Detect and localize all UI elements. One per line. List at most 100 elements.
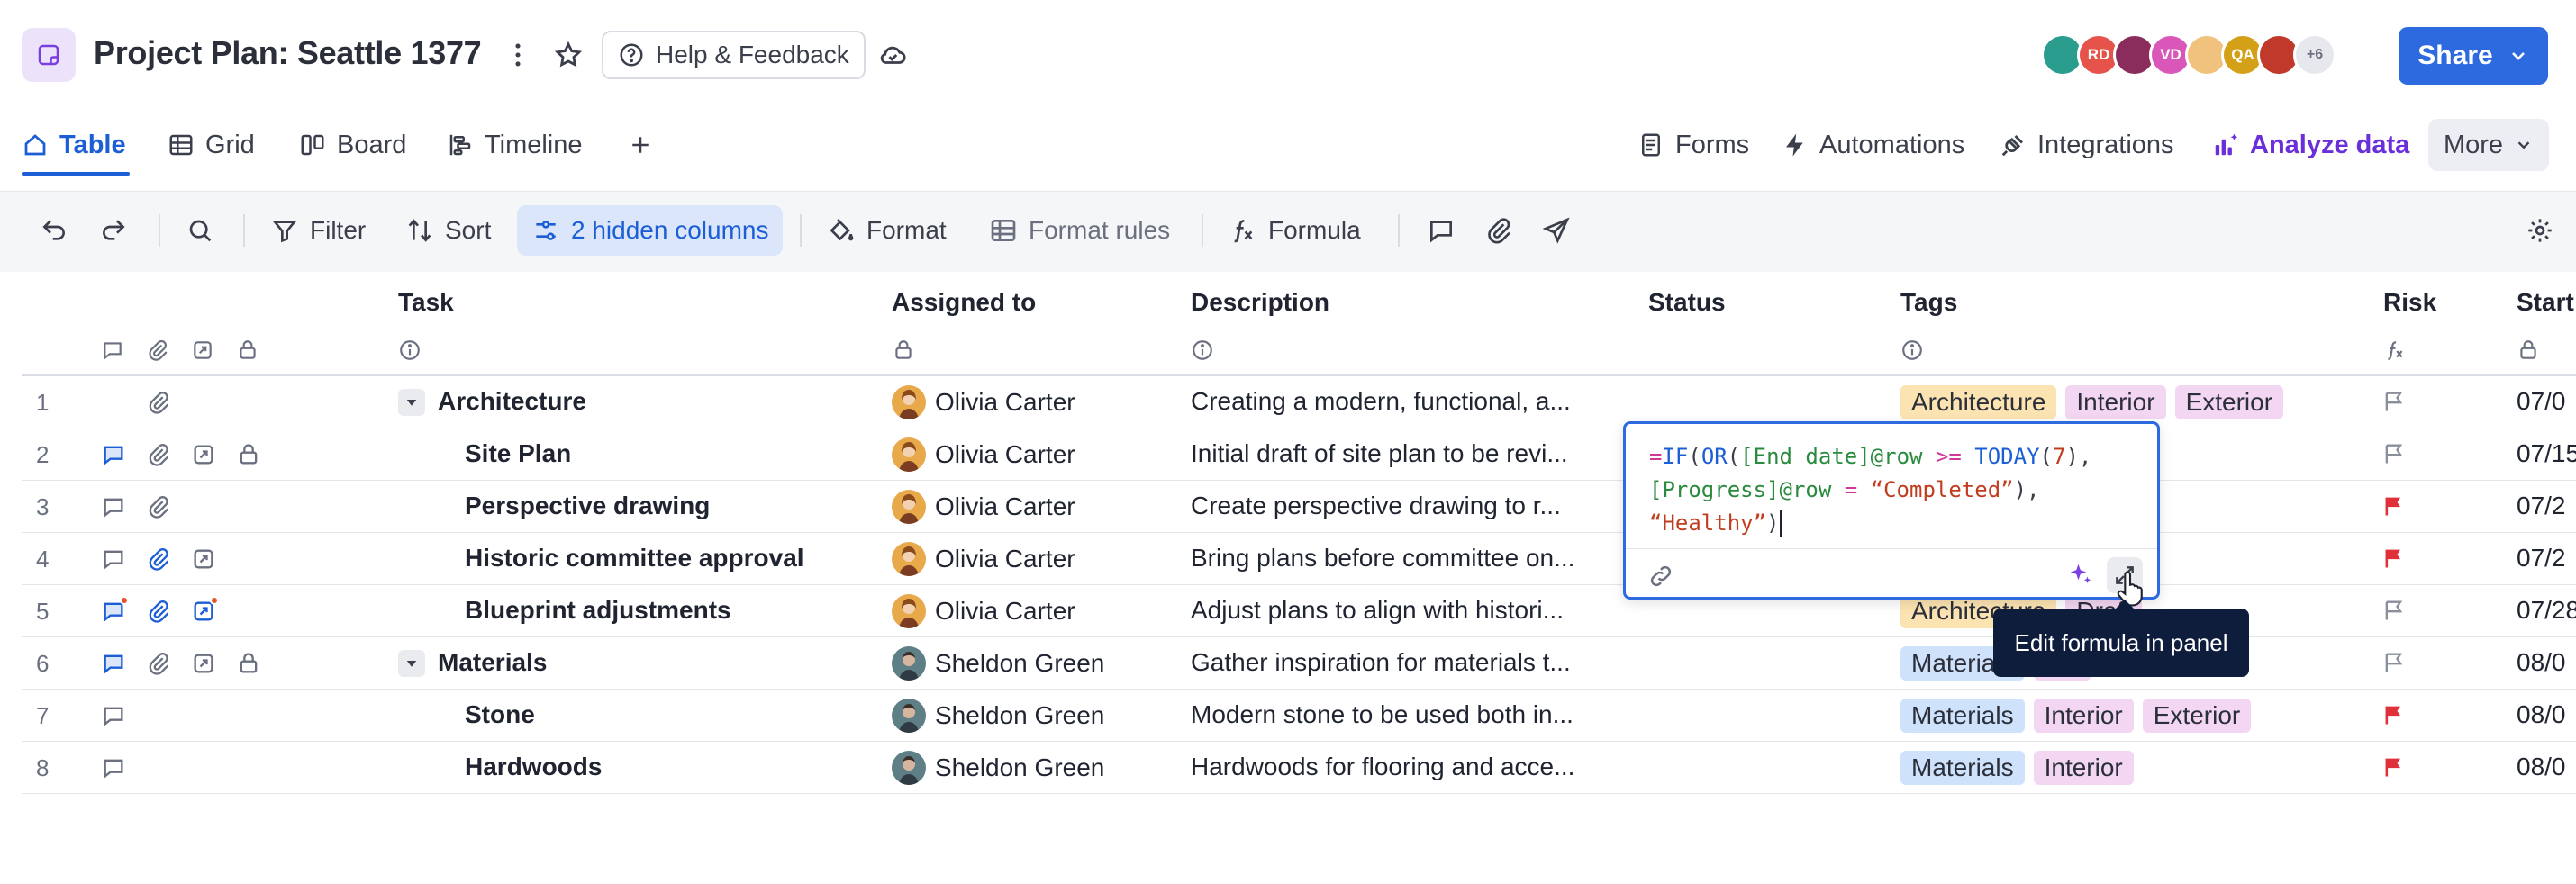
assignee[interactable]: Sheldon Green	[892, 751, 1104, 785]
assignee[interactable]: Olivia Carter	[892, 594, 1075, 628]
tab-board[interactable]: Board	[299, 124, 406, 166]
proof-icon[interactable]	[191, 546, 216, 572]
risk-flag-icon[interactable]	[2381, 702, 2407, 727]
function-icon[interactable]	[2383, 338, 2407, 362]
paperclip-icon[interactable]	[146, 546, 171, 572]
analyze-data-link[interactable]: Analyze data	[2212, 124, 2409, 166]
assignee[interactable]: Olivia Carter	[892, 542, 1075, 576]
description[interactable]: Creating a modern, functional, a...	[1191, 387, 1614, 416]
lock-column-icon[interactable]	[236, 338, 259, 362]
assignee[interactable]: Olivia Carter	[892, 437, 1075, 472]
proof-icon[interactable]	[191, 596, 219, 624]
start-date[interactable]: 08/0	[2517, 700, 2566, 729]
lock-icon[interactable]	[236, 442, 261, 467]
risk-flag-icon[interactable]	[2381, 493, 2407, 519]
risk-flag-icon[interactable]	[2381, 650, 2407, 675]
start-date[interactable]: 07/2	[2517, 492, 2566, 520]
paperclip-icon[interactable]	[146, 651, 171, 676]
risk-flag-icon[interactable]	[2381, 389, 2407, 414]
start-date[interactable]: 07/0	[2517, 387, 2566, 416]
paperclip-icon[interactable]	[146, 599, 171, 624]
column-header-risk[interactable]: Risk	[2383, 288, 2436, 317]
table-row[interactable]: 4 Historic committee approval Olivia Carte…	[22, 533, 2576, 585]
tab-timeline[interactable]: Timeline	[447, 124, 583, 166]
risk-flag-icon[interactable]	[2381, 754, 2407, 780]
column-header-description[interactable]: Description	[1191, 288, 1329, 317]
task-name[interactable]: Hardwoods	[465, 753, 870, 781]
tab-grid[interactable]: Grid	[168, 124, 255, 166]
collapse-caret-icon[interactable]	[398, 389, 425, 416]
sort-button[interactable]: Sort	[405, 205, 491, 256]
tag-list[interactable]: Architecture Interior Exterior	[1900, 385, 2284, 419]
formula-editor[interactable]: =IF(OR([End date]@row >= TODAY(7), [Prog…	[1623, 421, 2160, 600]
risk-flag-icon[interactable]	[2381, 441, 2407, 466]
format-rules-button[interactable]: Format rules	[989, 205, 1170, 256]
info-icon[interactable]	[1191, 338, 1214, 362]
task-name[interactable]: Historic committee approval	[465, 544, 870, 573]
start-date[interactable]: 07/15	[2517, 439, 2576, 468]
task-name[interactable]: Materials	[438, 648, 870, 677]
assignee[interactable]: Olivia Carter	[892, 385, 1075, 419]
cloud-sync-icon[interactable]	[877, 40, 908, 70]
column-header-status[interactable]: Status	[1648, 288, 1726, 317]
description[interactable]: Hardwoods for flooring and acce...	[1191, 753, 1614, 781]
formula-button[interactable]: Formula	[1229, 205, 1361, 256]
comment-icon[interactable]	[101, 442, 126, 467]
redo-button[interactable]	[99, 205, 128, 256]
help-feedback-button[interactable]: Help & Feedback	[602, 31, 866, 79]
info-icon[interactable]	[398, 338, 422, 362]
integrations-link[interactable]: Integrations	[2000, 124, 2174, 166]
forms-link[interactable]: Forms	[1637, 124, 1749, 166]
more-button[interactable]: More	[2428, 119, 2549, 171]
page-title[interactable]: Project Plan: Seattle 1377	[94, 34, 482, 72]
tab-table[interactable]: Table	[22, 124, 126, 166]
description[interactable]: Initial draft of site plan to be revi...	[1191, 439, 1614, 468]
start-date[interactable]: 07/2	[2517, 544, 2566, 573]
description[interactable]: Adjust plans to align with histori...	[1191, 596, 1614, 625]
assignee[interactable]: Sheldon Green	[892, 646, 1104, 681]
comment-icon[interactable]	[101, 546, 126, 572]
start-date[interactable]: 08/0	[2517, 753, 2566, 781]
more-collaborators-badge[interactable]: +6	[2293, 33, 2336, 77]
lock-icon[interactable]	[892, 338, 915, 362]
undo-button[interactable]	[40, 205, 68, 256]
add-view-button[interactable]	[627, 124, 654, 166]
search-button[interactable]	[186, 205, 214, 256]
description[interactable]: Create perspective drawing to r...	[1191, 492, 1614, 520]
column-header-tags[interactable]: Tags	[1900, 288, 1957, 317]
lock-icon[interactable]	[236, 651, 261, 676]
collaborator-avatars[interactable]: RD VD QA +6	[2041, 33, 2336, 77]
formula-input[interactable]: =IF(OR([End date]@row >= TODAY(7), [Prog…	[1649, 440, 2154, 540]
table-row[interactable]: 3 Perspective drawing Olivia Carter Create …	[22, 481, 2576, 533]
start-date[interactable]: 07/28	[2517, 596, 2576, 625]
description[interactable]: Bring plans before committee on...	[1191, 544, 1614, 573]
automations-link[interactable]: Automations	[1782, 124, 1964, 166]
comment-icon[interactable]	[101, 651, 126, 676]
send-button[interactable]	[1542, 205, 1571, 256]
comment-button[interactable]	[1427, 205, 1456, 256]
paperclip-icon[interactable]	[146, 494, 171, 519]
proof-icon[interactable]	[191, 651, 216, 676]
start-date[interactable]: 08/0	[2517, 648, 2566, 677]
column-header-assigned-to[interactable]: Assigned to	[892, 288, 1036, 317]
settings-button[interactable]	[2526, 205, 2554, 256]
table-row[interactable]: 2 Site Plan Olivia Carter Initial draft of …	[22, 428, 2576, 481]
tag-list[interactable]: Materials Interior	[1900, 751, 2134, 785]
task-name[interactable]: Site Plan	[465, 439, 870, 468]
paperclip-icon[interactable]	[146, 390, 171, 415]
risk-flag-icon[interactable]	[2381, 598, 2407, 623]
info-icon[interactable]	[1900, 338, 1924, 362]
table-row[interactable]: 7 Stone Sheldon Green Modern stone to be us…	[22, 690, 2576, 742]
comment-icon[interactable]	[101, 755, 126, 780]
comments-column-icon[interactable]	[101, 338, 124, 362]
sheet-icon[interactable]	[22, 28, 76, 82]
link-icon[interactable]	[1647, 563, 1674, 590]
task-name[interactable]: Stone	[465, 700, 870, 729]
table-row[interactable]: 1 Architecture Olivia Carter Creating a mod…	[22, 376, 2576, 428]
task-name[interactable]: Perspective drawing	[465, 492, 870, 520]
assignee[interactable]: Olivia Carter	[892, 490, 1075, 524]
collapse-caret-icon[interactable]	[398, 650, 425, 677]
attachments-column-icon[interactable]	[146, 338, 169, 362]
proof-icon[interactable]	[191, 442, 216, 467]
comment-icon[interactable]	[101, 596, 129, 624]
